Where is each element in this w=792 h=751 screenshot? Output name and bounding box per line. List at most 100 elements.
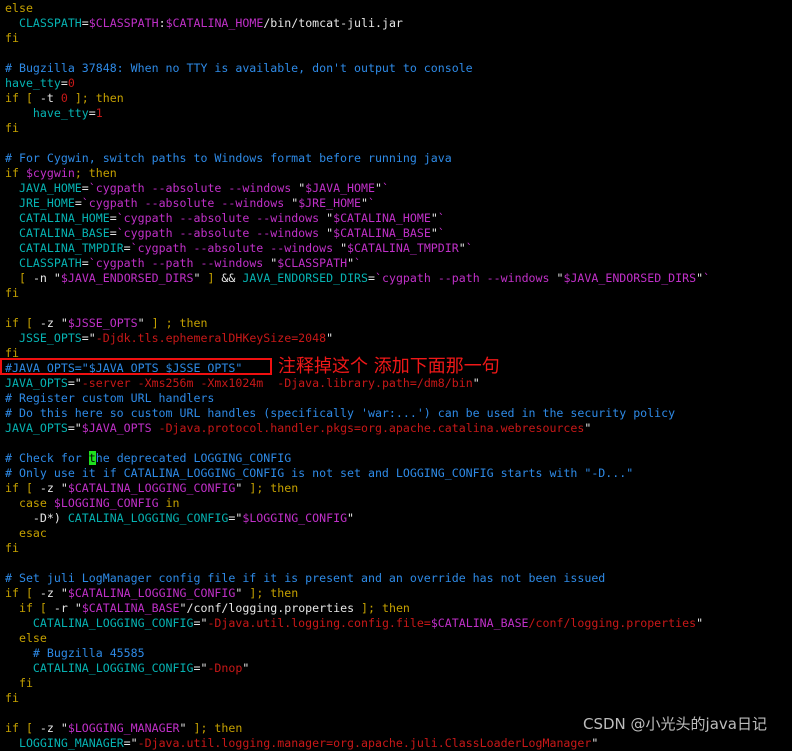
token-text: = [81,16,89,30]
token-keyword: ]; then [354,601,410,615]
token-text: = [60,76,68,90]
token-comment: # Check for [5,451,89,465]
token-keyword: if [ [5,316,40,330]
token-text: = [88,106,96,120]
token-string: 0 [67,76,75,90]
token-text: =" [228,511,243,525]
token-variable: CATALINA_LOGGING_CONFIG [67,511,229,525]
token-comment: # Register custom URL handlers [5,391,215,405]
token-keyword: ] [200,271,215,285]
code-line: # Do this here so custom URL handles (sp… [5,406,710,421]
token-text: -z [39,721,61,735]
token-text: = [123,241,131,255]
token-cursor: t [88,451,96,465]
token-keyword: if [ [5,586,40,600]
token-string: 0 [60,91,68,105]
token-keyword: ]; then [242,481,299,495]
token-expansion: $CATALINA_BASE [333,226,431,240]
token-keyword: if [ [5,721,40,735]
token-expansion: $LOGGING_CONFIG [53,496,159,510]
token-text: " [430,226,438,240]
token-text: " [472,376,480,390]
token-variable: JSSE_OPTS [18,331,82,345]
code-line: JSSE_OPTS="-Djdk.tls.ephemeralDHKeySize=… [5,331,710,346]
token-comment: # Set juli LogManager config file if it … [5,571,606,585]
token-keyword: fi [5,286,19,300]
token-expansion: $JAVA_HOME [305,181,375,195]
token-comment: he deprecated LOGGING_CONFIG [95,451,292,465]
token-keyword: ]; then [186,721,243,735]
annotation-highlight-box [0,358,272,375]
token-string: -Djdk.tls.ephemeralDHKeySize=2048 [95,331,327,345]
code-line: else [5,631,710,646]
token-keyword: if [5,166,26,180]
token-text: " [60,481,68,495]
token-text: " [137,316,145,330]
token-expansion: $JAVA_ENDORSED_DIRS [563,271,697,285]
token-text: = [368,271,375,285]
token-string: -Djava.util.logging.config.file= [207,616,431,630]
token-expansion: $cygwin [25,166,75,180]
token-expansion: `cygpath --absolute --windows [88,181,299,195]
code-line: CLASSPATH=`cygpath --path --windows "$CL… [5,256,710,271]
token-variable: CATALINA_BASE [18,226,110,240]
code-line: esac [5,526,710,541]
token-expansion: ` [465,241,473,255]
token-text: = [74,196,82,210]
token-comment: # Do this here so custom URL handles (sp… [5,406,676,420]
code-line: [ -n "$JAVA_ENDORSED_DIRS" ] && JAVA_END… [5,271,710,286]
token-text: " [340,241,348,255]
code-line: fi [5,676,710,691]
token-expansion: ` [437,226,445,240]
token-text: -r [53,601,75,615]
token-keyword: case [18,496,54,510]
annotation-note: 注释掉这个 添加下面那一句 [278,356,500,377]
token-text: " [458,241,466,255]
code-line: if [ -z "$CATALINA_LOGGING_CONFIG" ]; th… [5,481,710,496]
code-line: # Only use it if CATALINA_LOGGING_CONFIG… [5,466,710,481]
token-keyword: fi [5,541,19,555]
token-expansion: $JAVA_ENDORSED_DIRS [60,271,194,285]
token-expansion: `cygpath --absolute --windows [130,241,341,255]
token-text: =" [81,331,96,345]
token-text: -D*) [5,511,68,525]
token-text: " [242,661,250,675]
token-keyword: in [158,496,180,510]
code-line: JAVA_OPTS="-server -Xms256m -Xmx1024m -D… [5,376,710,391]
token-expansion: $JSSE_OPTS [67,316,138,330]
token-string: -Dnop [207,661,243,675]
token-expansion: $LOGGING_MANAGER [67,721,180,735]
token-variable: CATALINA_HOME [18,211,110,225]
token-comment: # Bugzilla 37848: When no TTY is availab… [5,61,473,75]
token-variable: have_tty [32,106,89,120]
token-variable: CLASSPATH [18,16,82,30]
token-text: -z [39,481,61,495]
token-variable: JRE_HOME [18,196,75,210]
token-keyword: fi [5,31,19,45]
token-keyword: fi [5,691,19,705]
token-text: " [347,511,355,525]
token-text: " [696,616,704,630]
code-line: JAVA_OPTS="$JAVA_OPTS -Djava.protocol.ha… [5,421,710,436]
token-text: " [60,316,68,330]
token-text: : [158,16,166,30]
token-keyword: [ [18,271,33,285]
code-line: CATALINA_LOGGING_CONFIG="-Djava.util.log… [5,616,710,631]
code-line: if [ -z "$CATALINA_LOGGING_CONFIG" ]; th… [5,586,710,601]
token-keyword: else [5,1,33,15]
token-expansion: `cygpath --path --windows [88,256,271,270]
token-variable: JAVA_OPTS [5,421,68,435]
token-expansion: $CATALINA_LOGGING_CONFIG [67,586,236,600]
code-line: have_tty=1 [5,106,710,121]
token-comment: # Bugzilla 45585 [32,646,145,660]
